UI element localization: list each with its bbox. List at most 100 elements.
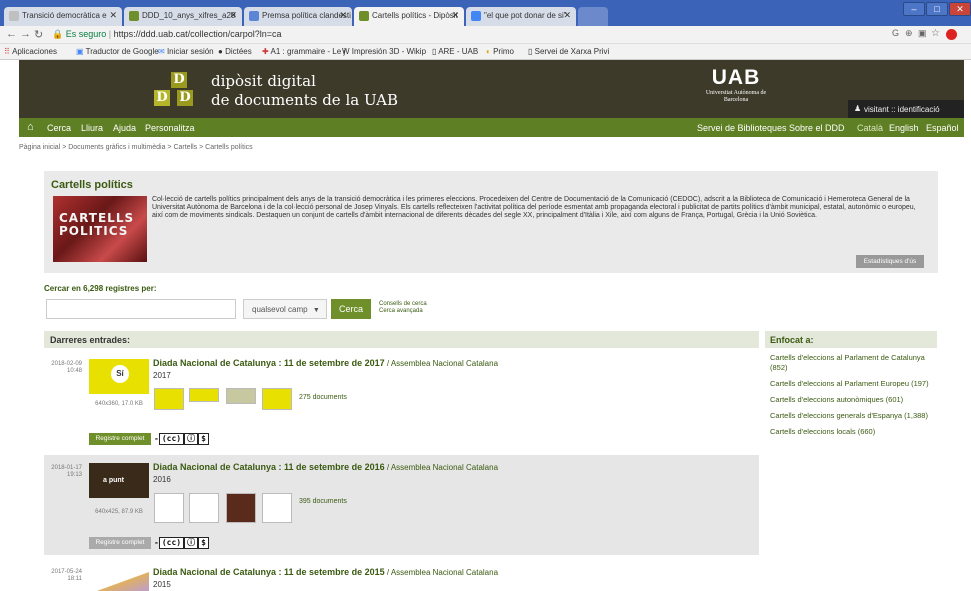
close-tab-icon[interactable]: ✕ xyxy=(451,10,459,21)
close-tab-icon[interactable]: ✕ xyxy=(563,10,571,21)
record-attachment-thumbnail[interactable] xyxy=(262,493,292,523)
bookmark-item[interactable]: ◐ Primo xyxy=(486,47,514,56)
page-favicon-icon xyxy=(129,11,139,21)
record-attachment-thumbnail[interactable] xyxy=(189,493,219,523)
bookmark-item[interactable]: ▯ Servei de Xarxa Privi xyxy=(528,47,609,56)
record-attachment-thumbnail[interactable] xyxy=(226,388,256,404)
browser-tab[interactable]: Premsa política clandesti ✕ xyxy=(244,7,352,26)
wikipedia-icon: W xyxy=(342,47,350,56)
cc-license-badge[interactable]: - (cc) ⓘ $ xyxy=(154,433,209,445)
search-button[interactable]: Cerca xyxy=(331,299,371,319)
google-favicon-icon xyxy=(471,11,481,21)
zoom-icon[interactable]: ⊕ xyxy=(905,28,913,39)
back-icon[interactable]: ← xyxy=(6,28,17,40)
close-tab-icon[interactable]: ✕ xyxy=(339,10,347,21)
focus-link[interactable]: Cartells d'eleccions generals d'Espanya … xyxy=(770,411,930,421)
record-date: 2018-02-09 10:48 xyxy=(51,361,82,374)
browser-tab[interactable]: "el que pot donar de si" ✕ xyxy=(466,7,576,26)
record-docs-count[interactable]: 275 documents xyxy=(299,394,347,401)
menu-lliura[interactable]: Lliura xyxy=(81,123,103,133)
record-docs-count[interactable]: 395 documents xyxy=(299,498,347,505)
url-field[interactable]: 🔒 Es seguro | https://ddd.uab.cat/collec… xyxy=(52,29,281,40)
record-thumbnail[interactable]: Sí xyxy=(89,359,149,394)
close-tab-icon[interactable]: ✕ xyxy=(109,10,117,21)
browser-tab[interactable]: DDD_10_anys_xifres_a20 ✕ xyxy=(124,7,242,26)
record-year: 2015 xyxy=(153,580,171,589)
translate-icon[interactable]: G xyxy=(892,28,899,38)
site-title-line1[interactable]: dipòsit digital xyxy=(211,72,316,90)
menu-personalitza[interactable]: Personalitza xyxy=(145,123,195,133)
lang-catala[interactable]: Català xyxy=(857,123,883,133)
record-title[interactable]: Diada Nacional de Catalunya : 11 de sete… xyxy=(153,358,498,368)
ddd-logo[interactable]: D xyxy=(177,90,193,106)
record-title[interactable]: Diada Nacional de Catalunya : 11 de sete… xyxy=(153,567,498,577)
home-icon[interactable]: ⌂ xyxy=(27,121,34,133)
extension-icon[interactable]: ▣ xyxy=(918,28,927,39)
cc-by-icon: ⓘ xyxy=(184,433,199,445)
focus-link[interactable]: Cartells d'eleccions locals (660) xyxy=(770,427,930,437)
latest-entries-header: Darreres entrades: xyxy=(44,331,759,348)
site-title-line2[interactable]: de documents de la UAB xyxy=(211,91,398,109)
bookmark-item[interactable]: ✚ A1 : grammaire - Le j xyxy=(262,47,345,56)
search-tips-link[interactable]: Consells de cerca xyxy=(379,301,427,308)
new-tab-button[interactable] xyxy=(578,7,608,26)
full-record-button[interactable]: Registre complet xyxy=(89,537,151,549)
record-thumbnail[interactable] xyxy=(89,568,149,591)
breadcrumb[interactable]: Pàgina inicial > Documents gràfics i mul… xyxy=(19,144,253,151)
cc-by-icon: ⓘ xyxy=(184,537,199,549)
bookmark-apps[interactable]: ⠿ Aplicaciones xyxy=(4,47,57,56)
cc-license-badge[interactable]: - (cc) ⓘ $ xyxy=(154,537,209,549)
menu-servei-biblioteques[interactable]: Servei de Biblioteques xyxy=(697,123,787,133)
browser-tab[interactable]: Transició democràtica e ✕ xyxy=(4,7,122,26)
record-item: 2018-01-17 19:13 a punt 640x425, 87.9 KB … xyxy=(44,455,759,555)
collection-image: CARTELLS POLITICS xyxy=(53,196,147,262)
bookmark-star-icon[interactable]: ☆ xyxy=(931,28,940,39)
ddd-logo[interactable]: D xyxy=(171,72,187,88)
advanced-search-link[interactable]: Cerca avançada xyxy=(379,308,427,315)
forward-icon[interactable]: → xyxy=(20,28,31,40)
record-attachment-thumbnail[interactable] xyxy=(154,493,184,523)
dictees-icon: ● xyxy=(218,47,223,56)
browser-tab-strip: Transició democràtica e ✕ DDD_10_anys_xi… xyxy=(0,0,971,26)
reload-icon[interactable]: ↻ xyxy=(34,28,43,41)
page-favicon-icon xyxy=(359,11,369,21)
close-tab-icon[interactable]: ✕ xyxy=(229,10,237,21)
bookmark-item[interactable]: W Impresión 3D - Wikip xyxy=(342,47,426,56)
uab-logo[interactable]: UAB Universitat Autònoma de Barcelona xyxy=(702,66,770,104)
minimize-window-icon[interactable]: – xyxy=(903,2,925,16)
record-attachment-thumbnail[interactable] xyxy=(189,388,219,402)
ddd-logo[interactable]: D xyxy=(154,90,170,106)
bookmark-item[interactable]: ✉ Iniciar sesión xyxy=(158,47,214,56)
full-record-button[interactable]: Registre complet xyxy=(89,433,151,445)
record-title[interactable]: Diada Nacional de Catalunya : 11 de sete… xyxy=(153,462,498,472)
record-attachment-thumbnail[interactable] xyxy=(262,388,292,410)
lang-english[interactable]: English xyxy=(889,123,919,133)
login-link[interactable]: ♟ visitant :: identificació xyxy=(848,100,964,118)
cc-nc-icon: $ xyxy=(198,537,209,549)
menu-ajuda[interactable]: Ajuda xyxy=(113,123,136,133)
record-attachment-thumbnail[interactable] xyxy=(154,388,184,410)
page-favicon-icon xyxy=(9,11,19,21)
lang-espanol[interactable]: Español xyxy=(926,123,959,133)
main-menu: ⌂ Cerca Lliura Ajuda Personalitza Servei… xyxy=(19,118,964,137)
focus-link[interactable]: Cartells d'eleccions autonòmiques (601) xyxy=(770,395,930,405)
adblock-icon[interactable] xyxy=(946,29,957,40)
search-field-select[interactable]: qualsevol camp ▼ xyxy=(243,299,327,319)
bookmark-item[interactable]: ● Dictées xyxy=(218,47,252,56)
bookmark-item[interactable]: ▣ Traductor de Google xyxy=(76,47,159,56)
maximize-window-icon[interactable]: □ xyxy=(926,2,948,16)
flag-icon: ✚ xyxy=(262,47,269,56)
cc-nc-icon: $ xyxy=(198,433,209,445)
record-thumbnail[interactable]: a punt xyxy=(89,463,149,498)
menu-cerca[interactable]: Cerca xyxy=(47,123,71,133)
close-window-icon[interactable]: ✕ xyxy=(949,2,971,16)
browser-tab-active[interactable]: Cartells polítics - Dipòsit ✕ xyxy=(354,7,464,26)
search-input[interactable] xyxy=(46,299,236,319)
bookmark-item[interactable]: ▯ ARE - UAB xyxy=(432,47,478,56)
menu-sobre-ddd[interactable]: Sobre el DDD xyxy=(789,123,845,133)
focus-list: Cartells d'eleccions al Parlament de Cat… xyxy=(770,353,930,443)
stats-button[interactable]: Estadístiques d'ús xyxy=(856,255,924,268)
focus-link[interactable]: Cartells d'eleccions al Parlament de Cat… xyxy=(770,353,930,373)
record-attachment-thumbnail[interactable] xyxy=(226,493,256,523)
focus-link[interactable]: Cartells d'eleccions al Parlament Europe… xyxy=(770,379,930,389)
